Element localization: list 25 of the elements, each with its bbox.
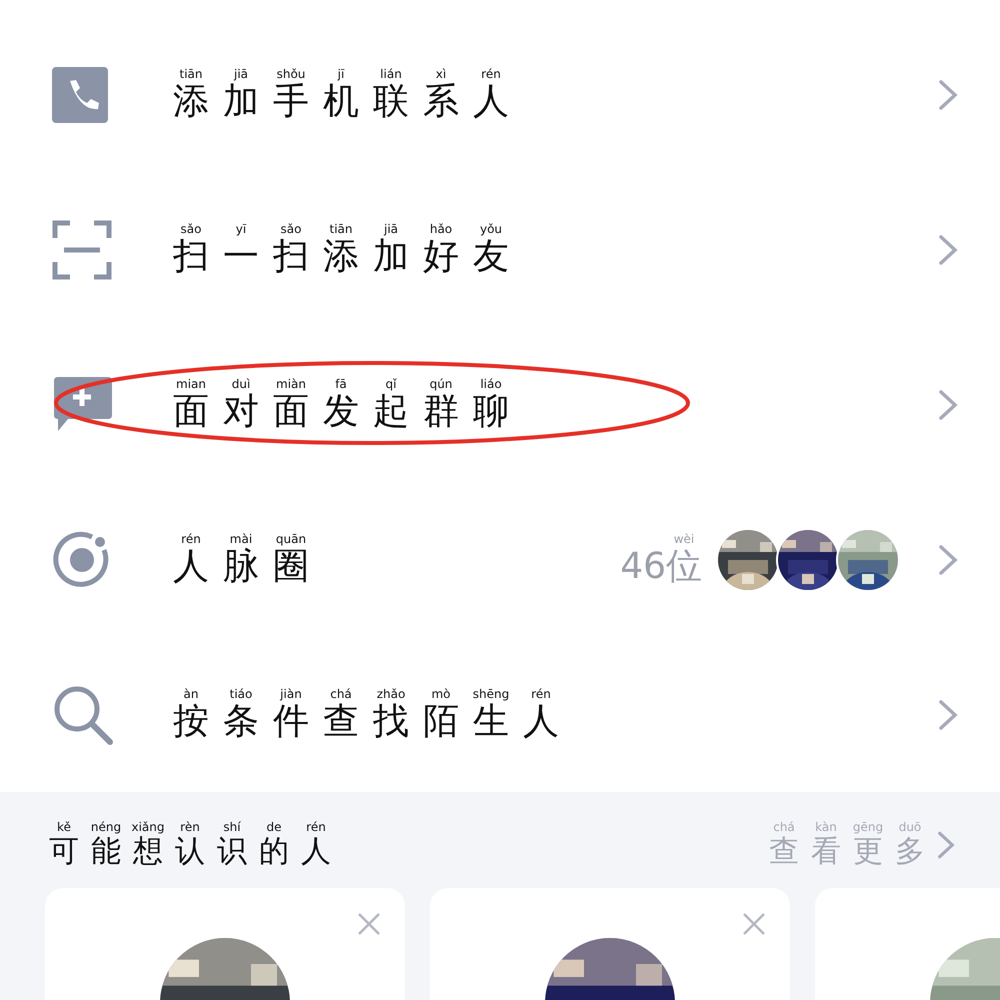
- person-card[interactable]: [45, 888, 405, 1000]
- menu-item[interactable]: mian 面 duì 对 miàn 面 fā 发 qǐ 起 qún 群 liáo 聊: [0, 327, 1000, 482]
- chevron-right-icon: [937, 830, 955, 860]
- count-label: 46 wèi 位: [620, 532, 702, 588]
- menu-item[interactable]: àn 按 tiáo 条 jiàn 件 chá 查 zhǎo 找 mò 陌 shēng 生 rén 人: [0, 637, 1000, 792]
- menu-item-title: rén 人 mài 脉 quān 圈: [172, 532, 310, 588]
- chevron-right-icon: [938, 544, 958, 576]
- chevron-right-icon: [938, 388, 958, 420]
- close-icon[interactable]: [742, 912, 766, 936]
- section-title: kě 可 néng 能 xiǎng 想 rèn 认 shí 识 de 的 rén 人: [48, 820, 332, 870]
- menu-item-title: mian 面 duì 对 miàn 面 fā 发 qǐ 起 qún 群 liáo 聊: [172, 376, 510, 432]
- scan-icon: [52, 220, 112, 280]
- menu-item[interactable]: tiān 添 jiā 加 shǒu 手 jī 机 lián 联 xì 系 rén 人: [0, 17, 1000, 172]
- chevron-right-icon: [938, 698, 958, 730]
- chevron-right-icon: [938, 234, 958, 266]
- menu-item-title: àn 按 tiáo 条 jiàn 件 chá 查 zhǎo 找 mò 陌 shēng 生 rén 人: [172, 686, 560, 742]
- menu-item-title: sǎo 扫 yī 一 sǎo 扫 tiān 添 jiā 加 hǎo 好 yǒu 友: [172, 222, 510, 278]
- chevron-right-icon: [938, 78, 958, 110]
- person-card[interactable]: [430, 888, 790, 1000]
- menu-item[interactable]: rén 人 mài 脉 quān 圈 46 wèi 位: [0, 482, 1000, 637]
- close-icon[interactable]: [357, 912, 381, 936]
- menu-item-title: tiān 添 jiā 加 shǒu 手 jī 机 lián 联 xì 系 rén 人: [172, 66, 510, 122]
- search-icon: [52, 684, 114, 746]
- phone-icon: [52, 66, 108, 122]
- menu-item[interactable]: sǎo 扫 yī 一 sǎo 扫 tiān 添 jiā 加 hǎo 好 yǒu 友: [0, 172, 1000, 327]
